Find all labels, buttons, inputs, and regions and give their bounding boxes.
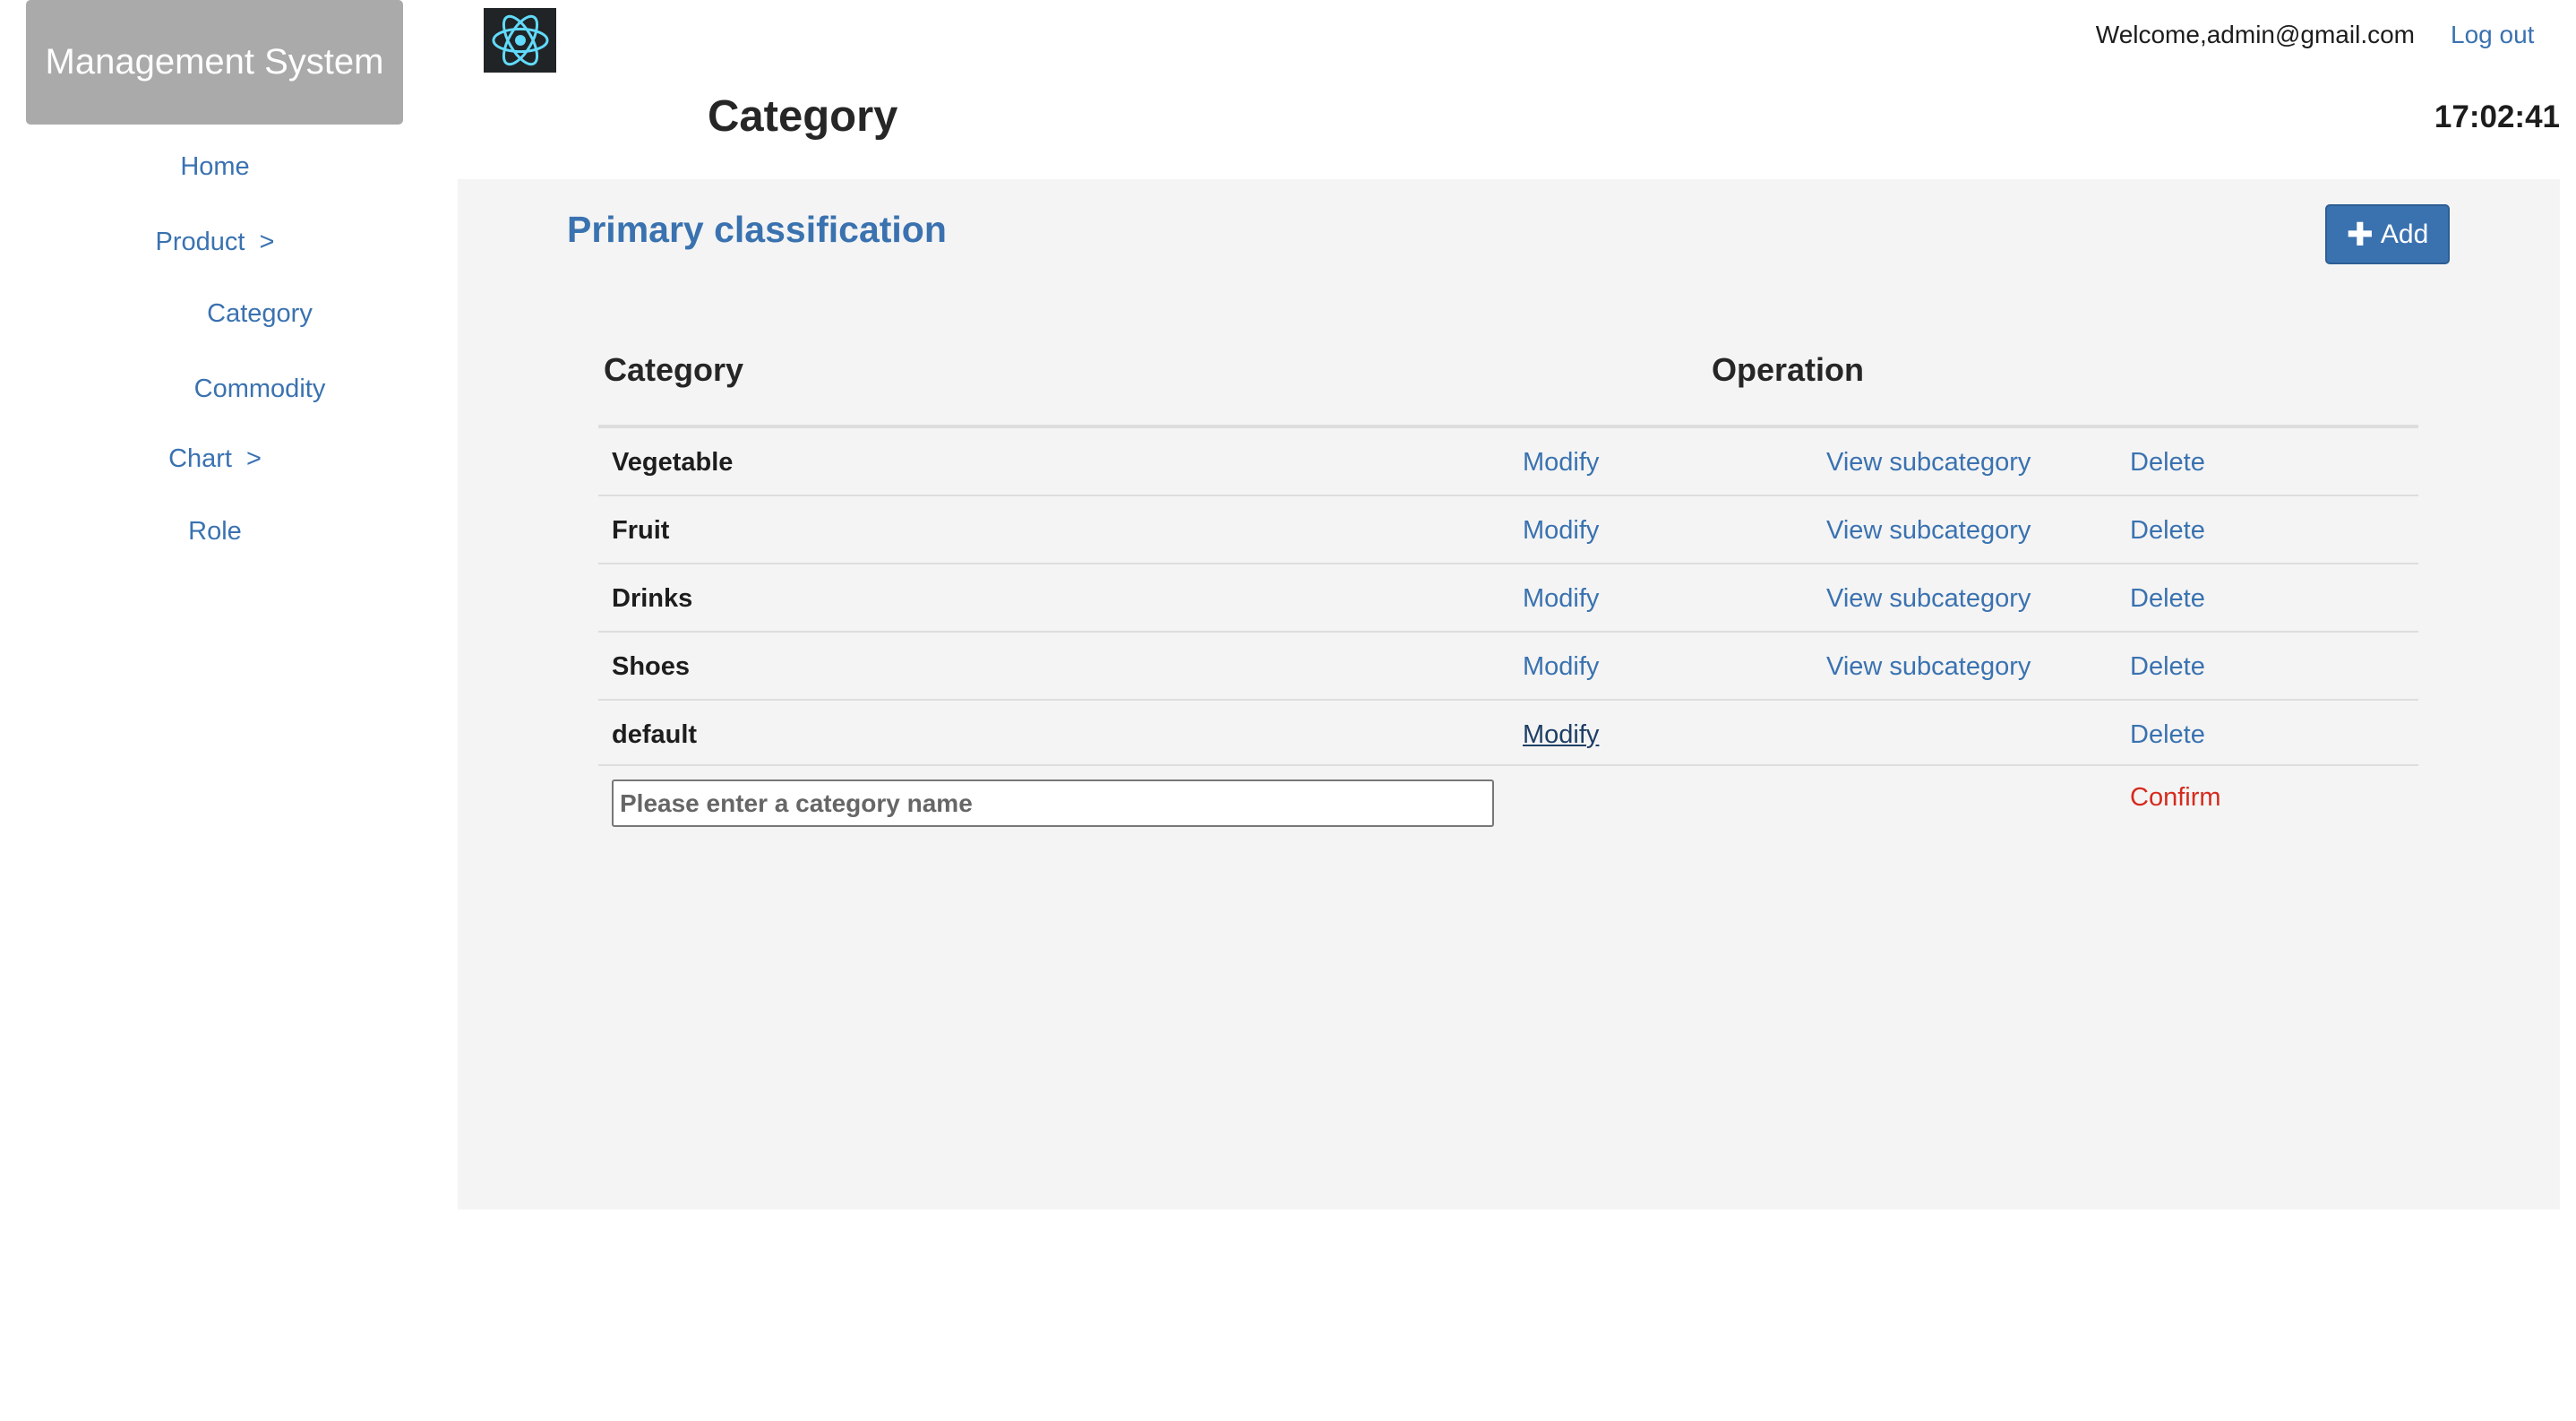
section-title: Primary classification <box>567 209 947 250</box>
table-row: Drinks Modify View subcategory Delete <box>598 564 2418 633</box>
sidebar-item-label: Role <box>188 517 242 546</box>
sidebar-item-label: Home <box>180 152 250 181</box>
sidebar-item-category[interactable]: Category <box>0 299 430 329</box>
table-row: Vegetable Modify View subcategory Delete <box>598 428 2418 496</box>
view-subcategory-link[interactable]: View subcategory <box>1826 428 2031 496</box>
sidebar-item-chart[interactable]: Chart > <box>0 444 430 474</box>
category-name: Shoes <box>612 651 691 681</box>
confirm-link[interactable]: Confirm <box>2130 783 2221 813</box>
modify-link[interactable]: Modify <box>1523 633 1599 701</box>
view-subcategory-link[interactable]: View subcategory <box>1826 496 2031 564</box>
chevron-right-icon: > <box>245 444 262 473</box>
react-atom-icon <box>484 8 556 73</box>
page-title: Category <box>708 92 898 141</box>
sidebar-item-home[interactable]: Home <box>0 152 430 182</box>
sidebar-item-commodity[interactable]: Commodity <box>0 375 430 404</box>
sidebar-item-role[interactable]: Role <box>0 517 430 547</box>
sidebar-item-label: Category <box>207 299 313 328</box>
table-row: Fruit Modify View subcategory Delete <box>598 496 2418 564</box>
divider <box>598 764 2418 766</box>
welcome-text: Welcome,admin@gmail.com <box>2095 21 2415 48</box>
chevron-right-icon: > <box>259 228 275 256</box>
add-button-label: Add <box>2380 219 2429 249</box>
column-header-operation: Operation <box>1712 351 1865 388</box>
view-subcategory-link[interactable]: View subcategory <box>1826 633 2031 701</box>
view-subcategory-link[interactable]: View subcategory <box>1826 564 2031 633</box>
sidebar-item-label: Commodity <box>193 375 326 403</box>
category-name: default <box>612 719 698 749</box>
delete-link[interactable]: Delete <box>2130 564 2205 633</box>
category-name: Drinks <box>612 583 693 613</box>
clock-time: 17:02:41 <box>2434 99 2560 134</box>
delete-link[interactable]: Delete <box>2130 428 2205 496</box>
plus-icon: ✚ <box>2346 215 2374 253</box>
add-button[interactable]: ✚ Add <box>2325 204 2450 264</box>
delete-link[interactable]: Delete <box>2130 633 2205 701</box>
category-name: Fruit <box>612 515 670 545</box>
modify-link[interactable]: Modify <box>1523 496 1599 564</box>
table-row: default Modify Delete <box>598 701 2418 769</box>
column-header-category: Category <box>604 351 744 388</box>
logout-link[interactable]: Log out <box>2451 21 2534 49</box>
modify-link[interactable]: Modify <box>1523 428 1599 496</box>
sidebar-item-product[interactable]: Product > <box>0 228 430 257</box>
category-name: Vegetable <box>612 447 734 477</box>
delete-link[interactable]: Delete <box>2130 701 2205 769</box>
sidebar-item-label: Product <box>155 228 245 256</box>
sidebar-item-label: Chart <box>168 444 232 473</box>
category-name-input[interactable] <box>612 779 1494 827</box>
brand-title: Management System <box>26 0 403 125</box>
modify-link[interactable]: Modify <box>1523 564 1599 633</box>
delete-link[interactable]: Delete <box>2130 496 2205 564</box>
modify-link[interactable]: Modify <box>1523 701 1599 769</box>
table-row: Shoes Modify View subcategory Delete <box>598 633 2418 701</box>
